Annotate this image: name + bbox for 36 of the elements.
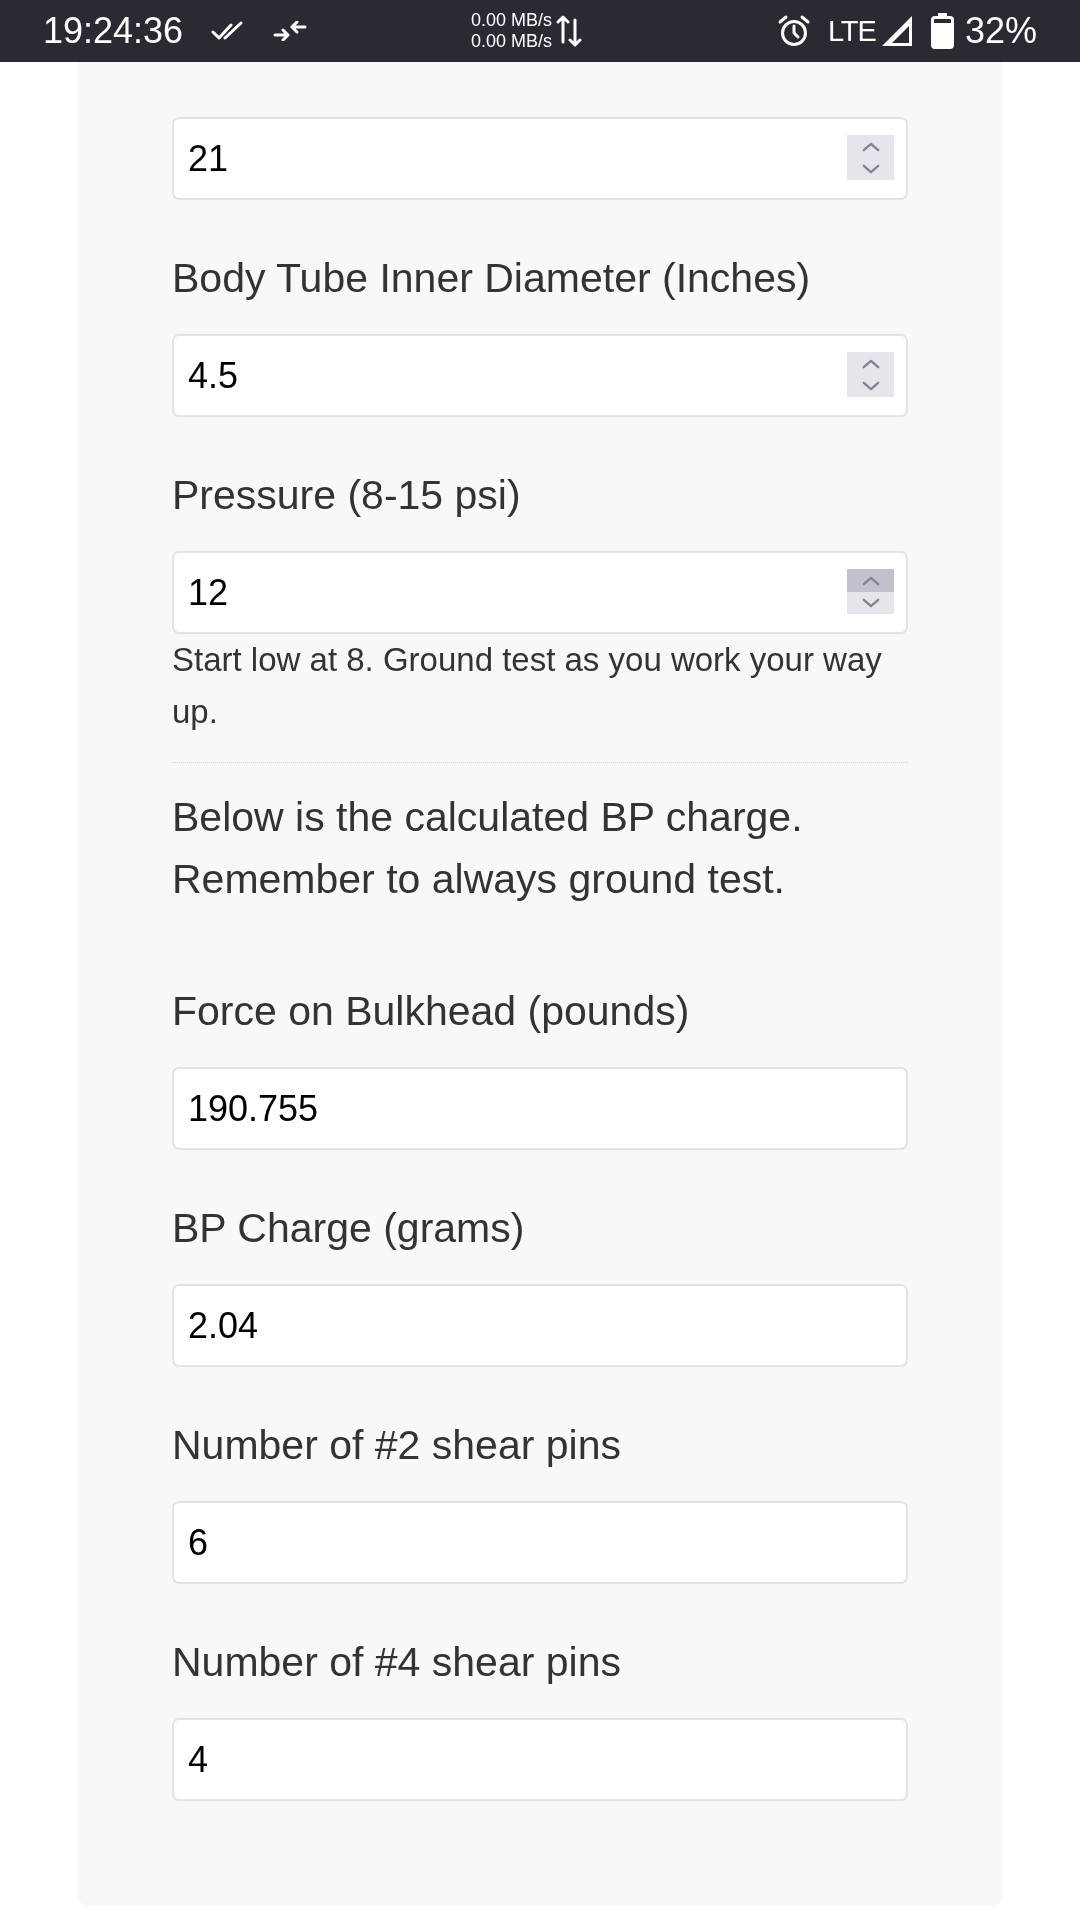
info-paragraph: Below is the calculated BP charge. Remember to always ground test. bbox=[172, 793, 804, 904]
field-label: Pressure (8-15 psi) bbox=[172, 471, 522, 520]
increment-button[interactable] bbox=[847, 569, 894, 592]
increment-button[interactable] bbox=[847, 135, 894, 158]
chevron-up-icon bbox=[861, 358, 880, 369]
up-down-arrows-icon bbox=[556, 14, 583, 48]
hint-text: Start low at 8. Ground test as you work your way up. bbox=[172, 640, 883, 732]
field-label: Force on Bulkhead (pounds) bbox=[172, 987, 691, 1036]
chevron-down-icon bbox=[861, 164, 880, 174]
battery-percentage: 32% bbox=[964, 13, 1037, 49]
increment-button[interactable] bbox=[847, 352, 894, 375]
chevron-up-icon bbox=[861, 575, 880, 586]
text-input[interactable]: 6 bbox=[172, 1501, 908, 1584]
network-type-label: LTE bbox=[827, 16, 876, 46]
alarm-clock-icon bbox=[776, 14, 811, 48]
status-time: 19:24:36 bbox=[43, 13, 184, 49]
field-label: Number of #2 shear pins bbox=[172, 1421, 622, 1470]
decrement-button[interactable] bbox=[847, 592, 894, 614]
decrement-button[interactable] bbox=[847, 158, 894, 180]
decrement-button[interactable] bbox=[847, 375, 894, 397]
text-input[interactable]: 2.04 bbox=[172, 1284, 908, 1367]
chevron-down-icon bbox=[861, 381, 880, 391]
field-label: BP Charge (grams) bbox=[172, 1204, 526, 1253]
download-speed: 0.00 MB/s bbox=[471, 31, 553, 52]
text-input[interactable]: 4 bbox=[172, 1718, 908, 1801]
number-input[interactable]: 4.5 bbox=[172, 334, 908, 417]
field-label: Number of #4 shear pins bbox=[172, 1638, 622, 1687]
text-input[interactable]: 190.755 bbox=[172, 1067, 908, 1150]
number-input[interactable]: 21 bbox=[172, 117, 908, 200]
arrows-inward-icon bbox=[273, 21, 308, 41]
field-label: Body Tube Inner Diameter (Inches) bbox=[172, 254, 812, 303]
number-input[interactable]: 12 bbox=[172, 551, 908, 634]
chevron-up-icon bbox=[861, 141, 880, 152]
upload-speed: 0.00 MB/s bbox=[471, 10, 553, 31]
battery-icon bbox=[930, 13, 954, 49]
chevron-down-icon bbox=[861, 598, 880, 608]
